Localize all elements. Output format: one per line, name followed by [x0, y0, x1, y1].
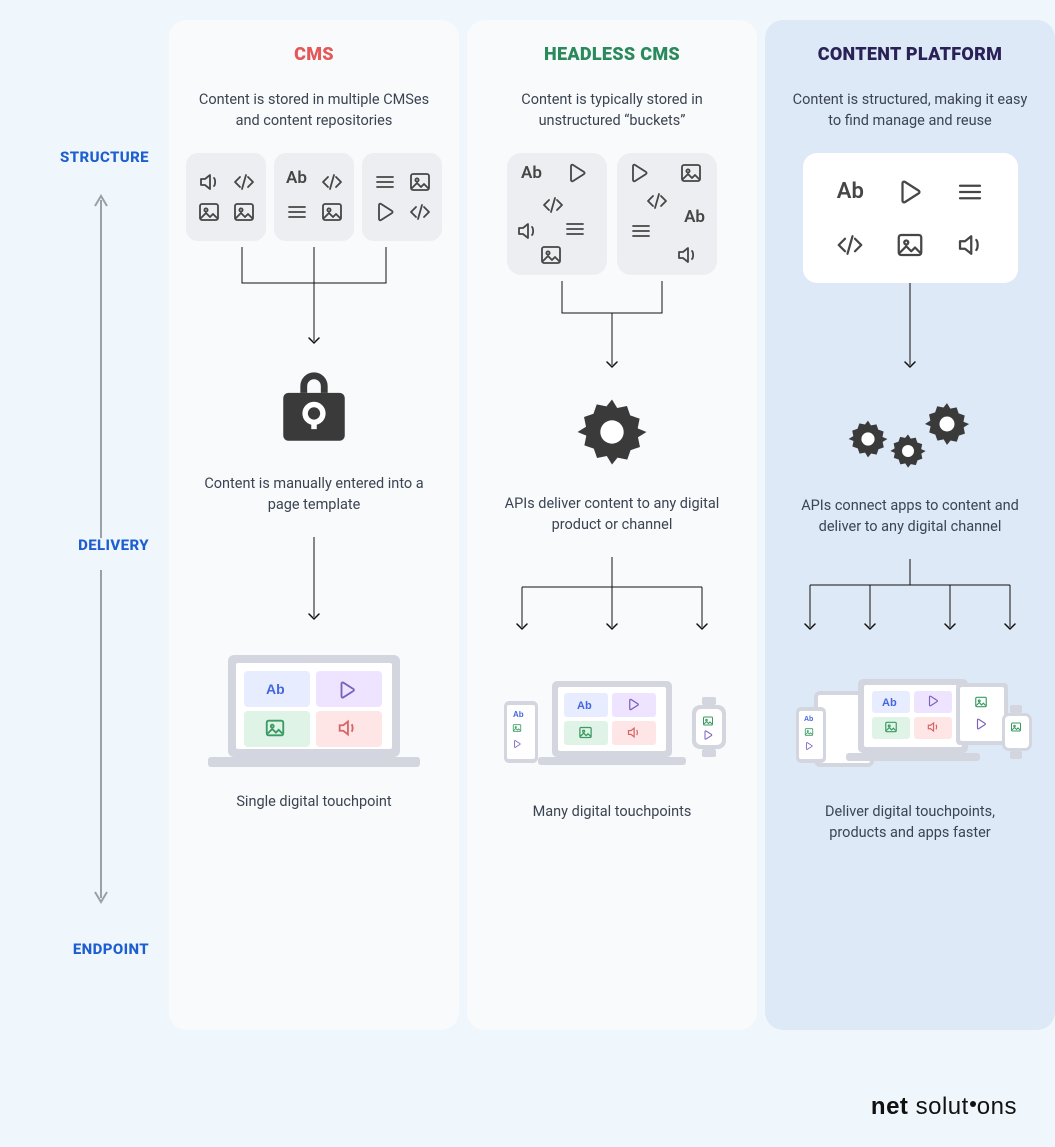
column-platform: CONTENT PLATFORM Content is structured, …	[765, 20, 1055, 1030]
image-icon	[320, 200, 344, 224]
bucket-tile: Ab	[617, 153, 717, 275]
image-icon	[895, 230, 925, 260]
delivery-icon-cms	[273, 369, 355, 455]
title-platform: CONTENT PLATFORM	[818, 44, 1003, 65]
menu-icon	[629, 219, 653, 243]
svg-text:Ab: Ab	[513, 710, 524, 719]
text-icon: Ab	[837, 181, 864, 203]
delivery-icon-platform	[840, 393, 980, 477]
menu-icon	[285, 200, 309, 224]
play-icon	[565, 161, 589, 185]
comparison-grid: STRUCTURE DELIVERY ENDPOINT CMS Content …	[26, 20, 1029, 1030]
image-icon	[232, 200, 256, 224]
brand-dot-icon	[970, 1101, 976, 1107]
audio-icon	[197, 170, 221, 194]
connector-cms-to-delivery	[214, 241, 414, 351]
connector-headless-to-endpoints	[502, 557, 722, 637]
delivery-desc-platform: APIs connect apps to content and deliver…	[790, 495, 1030, 537]
image-icon	[679, 161, 703, 185]
connector-cms-to-endpoint	[304, 537, 324, 627]
column-headless: HEADLESS CMS Content is typically stored…	[467, 20, 757, 1030]
title-cms: CMS	[294, 44, 334, 65]
code-icon	[645, 189, 669, 213]
code-icon	[541, 193, 565, 217]
delivery-desc-cms: Content is manually entered into a page …	[194, 473, 434, 515]
structure-desc-cms: Content is stored in multiple CMSes and …	[194, 89, 434, 131]
image-icon	[408, 170, 432, 194]
image-icon	[539, 243, 563, 267]
row-label-delivery: DELIVERY	[78, 536, 149, 554]
endpoint-desc-platform: Deliver digital touchpoints, products an…	[795, 801, 1025, 843]
diagram-root: STRUCTURE DELIVERY ENDPOINT CMS Content …	[0, 0, 1055, 1147]
menu-icon	[373, 170, 397, 194]
svg-text:Ab: Ab	[882, 697, 897, 709]
play-icon	[373, 200, 397, 224]
menu-icon	[955, 177, 985, 207]
connector-platform-to-endpoints	[795, 559, 1025, 637]
brand-logo: net solut ons	[871, 1093, 1017, 1121]
cms-repositories: Ab	[186, 153, 442, 241]
endpoint-desc-cms: Single digital touchpoint	[236, 791, 391, 812]
play-icon	[895, 177, 925, 207]
menu-icon	[563, 217, 587, 241]
text-icon: Ab	[684, 209, 705, 226]
repo-tile: Ab	[274, 153, 354, 241]
image-icon	[197, 200, 221, 224]
repo-tile	[362, 153, 442, 241]
delivery-icon-headless	[573, 393, 651, 475]
code-icon	[408, 200, 432, 224]
endpoint-desc-headless: Many digital touchpoints	[533, 801, 692, 822]
svg-text:Ab: Ab	[804, 716, 813, 723]
text-icon: Ab	[286, 170, 307, 194]
connector-headless-to-delivery	[532, 275, 692, 375]
code-icon	[835, 230, 865, 260]
endpoint-devices-headless: Ab Ab	[482, 647, 742, 787]
row-labels-column: STRUCTURE DELIVERY ENDPOINT	[26, 20, 161, 1030]
delivery-desc-headless: APIs deliver content to any digital prod…	[492, 493, 732, 535]
brand-light-2: ons	[977, 1093, 1017, 1120]
structure-desc-headless: Content is typically stored in unstructu…	[492, 89, 732, 131]
structure-desc-platform: Content is structured, making it easy to…	[790, 89, 1030, 131]
code-icon	[232, 170, 256, 194]
endpoint-device-cms: Ab	[184, 637, 444, 777]
column-cms: CMS Content is stored in multiple CMSes …	[169, 20, 459, 1030]
bucket-tile: Ab	[507, 153, 607, 275]
vertical-axis-arrow	[91, 190, 111, 908]
play-icon	[627, 161, 651, 185]
audio-icon	[515, 219, 539, 243]
text-icon: Ab	[521, 165, 542, 182]
svg-text:Ab: Ab	[577, 700, 592, 712]
code-icon	[320, 170, 344, 194]
platform-structured-box: Ab	[803, 153, 1018, 283]
endpoint-devices-platform: Ab Ab	[780, 647, 1040, 787]
repo-tile	[186, 153, 266, 241]
audio-icon	[955, 230, 985, 260]
ab-label: Ab	[266, 681, 285, 697]
brand-light-1: solut	[916, 1093, 969, 1120]
headless-buckets: Ab Ab	[507, 153, 717, 275]
connector-platform-to-delivery	[900, 283, 920, 375]
row-label-structure: STRUCTURE	[60, 148, 149, 166]
title-headless: HEADLESS CMS	[544, 44, 680, 65]
row-label-endpoint: ENDPOINT	[73, 940, 149, 958]
brand-bold: net	[871, 1093, 909, 1120]
audio-icon	[675, 243, 699, 267]
